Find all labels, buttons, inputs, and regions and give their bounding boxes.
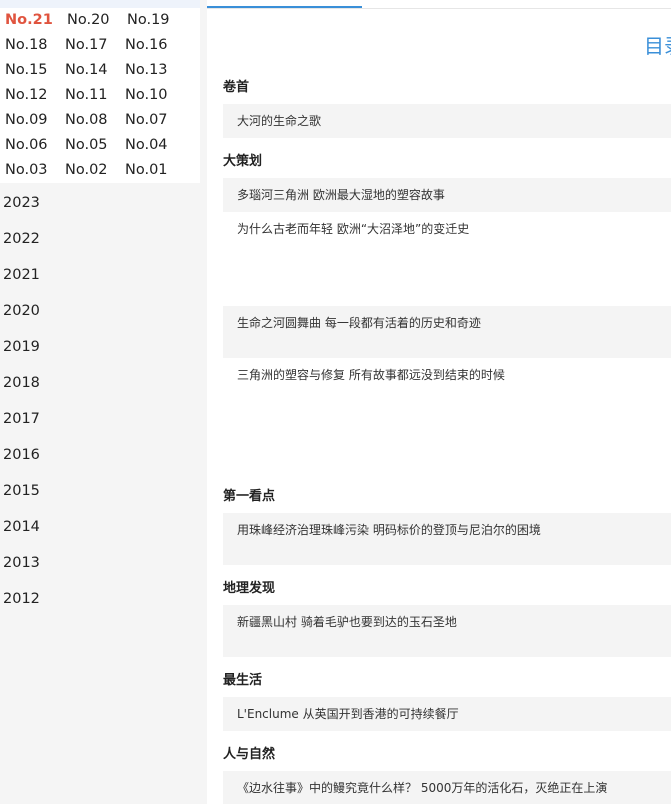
year-item-2021[interactable]: 2021 xyxy=(3,263,40,287)
issue-no12[interactable]: No.12 xyxy=(5,83,48,108)
article-title: 《边水往事》中的鳗究竟什么样？ 5000万年的活化石，灭绝正在上演 xyxy=(237,781,608,795)
issue-no02[interactable]: No.02 xyxy=(65,158,108,183)
issue-no15[interactable]: No.15 xyxy=(5,58,48,83)
toc-panel: 目录 卷首 大河的生命之歌 大策划 多瑙河三角洲 欧洲最大湿地的塑容故事 为什么… xyxy=(207,0,671,804)
issue-no10[interactable]: No.10 xyxy=(125,83,168,108)
section-heading-dacehua: 大策划 xyxy=(223,154,263,169)
issue-no13[interactable]: No.13 xyxy=(125,58,168,83)
article-title: 生命之河圆舞曲 每一段都有活着的历史和奇迹 xyxy=(237,316,481,330)
year-item-2015[interactable]: 2015 xyxy=(3,479,40,503)
article-item[interactable]: 三角洲的塑容与修复 所有故事都远没到结束的时候 xyxy=(223,358,671,476)
article-item[interactable]: L'Enclume 从英国开到香港的可持续餐厅 xyxy=(223,697,671,731)
section-heading-juanshou: 卷首 xyxy=(223,80,250,95)
article-title: 大河的生命之歌 xyxy=(237,114,322,128)
section-heading-dilifaxian: 地理发现 xyxy=(223,581,276,596)
article-item[interactable]: 用珠峰经济治理珠峰污染 明码标价的登顶与尼泊尔的困境 xyxy=(223,513,671,565)
issue-no17[interactable]: No.17 xyxy=(65,33,108,58)
article-title: 多瑙河三角洲 欧洲最大湿地的塑容故事 xyxy=(237,188,445,202)
issue-no21[interactable]: No.21 xyxy=(5,8,53,33)
issue-no18[interactable]: No.18 xyxy=(5,33,48,58)
issue-no05[interactable]: No.05 xyxy=(65,133,108,158)
issue-no08[interactable]: No.08 xyxy=(65,108,108,133)
article-title: 为什么古老而年轻 欧洲“大沼泽地”的变迁史 xyxy=(237,222,470,236)
year-item-2014[interactable]: 2014 xyxy=(3,515,40,539)
active-tab-indicator[interactable] xyxy=(207,6,362,8)
year-item-2013[interactable]: 2013 xyxy=(3,551,40,575)
magazine-reader: No.21 No.20 No.19 No.18 No.17 No.16 No.1… xyxy=(0,0,671,804)
toc-title: 目录 xyxy=(644,34,671,58)
issue-no20[interactable]: No.20 xyxy=(67,8,110,33)
section-heading-renyuziran: 人与自然 xyxy=(223,747,276,762)
year-item-2016[interactable]: 2016 xyxy=(3,443,40,467)
issue-grid: No.21 No.20 No.19 No.18 No.17 No.16 No.1… xyxy=(0,8,200,183)
article-title: 新疆黑山村 骑着毛驴也要到达的玉石圣地 xyxy=(237,615,457,629)
issue-sidebar: No.21 No.20 No.19 No.18 No.17 No.16 No.1… xyxy=(0,0,200,804)
article-item[interactable]: 生命之河圆舞曲 每一段都有活着的历史和奇迹 xyxy=(223,306,671,358)
article-title: 用珠峰经济治理珠峰污染 明码标价的登顶与尼泊尔的困境 xyxy=(237,523,541,537)
sidebar-top-strip xyxy=(0,0,200,8)
issue-no03[interactable]: No.03 xyxy=(5,158,48,183)
year-item-2012[interactable]: 2012 xyxy=(3,587,40,611)
issue-no09[interactable]: No.09 xyxy=(5,108,48,133)
year-item-2018[interactable]: 2018 xyxy=(3,371,40,395)
issue-no14[interactable]: No.14 xyxy=(65,58,108,83)
year-item-2017[interactable]: 2017 xyxy=(3,407,40,431)
article-item[interactable]: 为什么古老而年轻 欧洲“大沼泽地”的变迁史 xyxy=(223,212,671,306)
article-title: L'Enclume 从英国开到香港的可持续餐厅 xyxy=(237,707,459,721)
year-item-2019[interactable]: 2019 xyxy=(3,335,40,359)
issue-no07[interactable]: No.07 xyxy=(125,108,168,133)
issue-no01[interactable]: No.01 xyxy=(125,158,168,183)
issue-no04[interactable]: No.04 xyxy=(125,133,168,158)
year-item-2023[interactable]: 2023 xyxy=(3,191,40,215)
year-item-2020[interactable]: 2020 xyxy=(3,299,40,323)
issue-no06[interactable]: No.06 xyxy=(5,133,48,158)
issue-no19[interactable]: No.19 xyxy=(127,8,170,33)
issue-no16[interactable]: No.16 xyxy=(125,33,168,58)
section-heading-zuishenghuo: 最生活 xyxy=(223,673,263,688)
year-item-2022[interactable]: 2022 xyxy=(3,227,40,251)
section-heading-diyikandian: 第一看点 xyxy=(223,489,276,504)
article-item[interactable]: 大河的生命之歌 xyxy=(223,104,671,138)
issue-no11[interactable]: No.11 xyxy=(65,83,108,108)
article-item[interactable]: 《边水往事》中的鳗究竟什么样？ 5000万年的活化石，灭绝正在上演 xyxy=(223,771,671,804)
article-title: 三角洲的塑容与修复 所有故事都远没到结束的时候 xyxy=(237,368,505,382)
article-item[interactable]: 多瑙河三角洲 欧洲最大湿地的塑容故事 xyxy=(223,178,671,212)
article-item[interactable]: 新疆黑山村 骑着毛驴也要到达的玉石圣地 xyxy=(223,605,671,657)
